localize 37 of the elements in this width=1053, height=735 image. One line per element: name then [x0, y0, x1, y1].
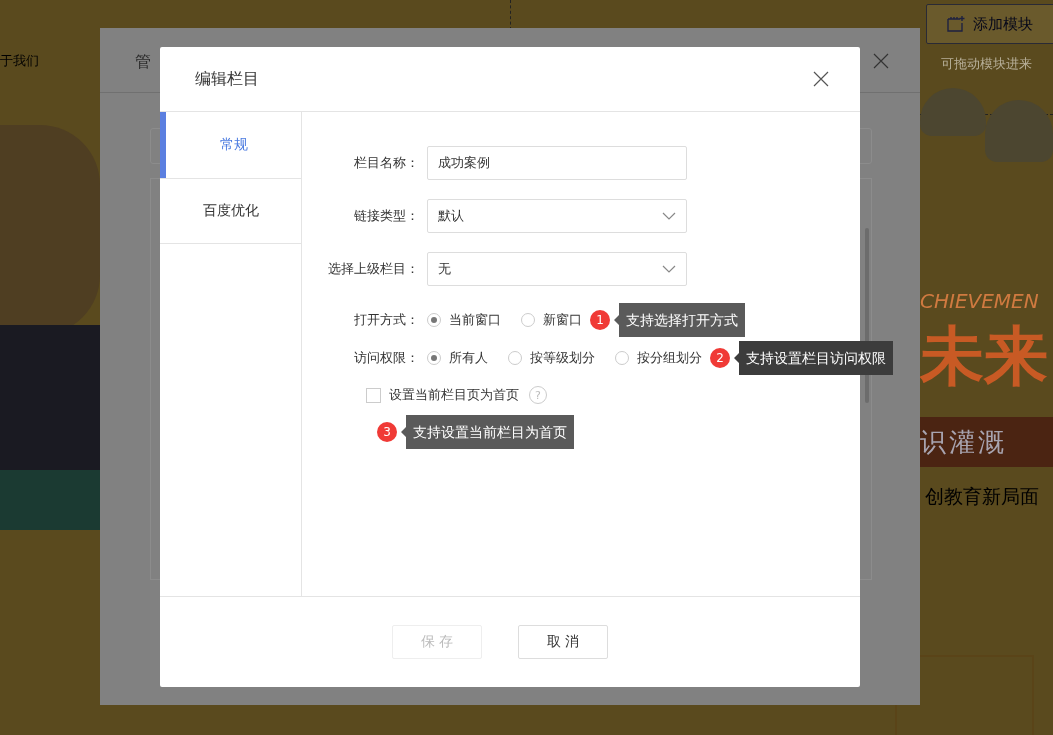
tooltip: 支持设置栏目访问权限 — [734, 341, 893, 375]
field-label: 选择上级栏目： — [327, 260, 420, 278]
banner-ribbon: 识灌溉 — [920, 417, 1053, 467]
banner-headline: 未来 — [920, 318, 1048, 395]
banner-english-text: CHIEVEMEN — [920, 289, 1039, 313]
chevron-down-icon — [662, 265, 676, 273]
tooltip: 支持选择打开方式 — [614, 303, 745, 337]
text-field[interactable]: 成功案例 — [427, 146, 687, 180]
radio-option[interactable]: 新窗口 — [521, 311, 582, 329]
dropdown[interactable]: 无 — [427, 252, 687, 286]
checkbox-label[interactable]: 设置当前栏目页为首页 — [389, 386, 519, 404]
banner-slogan: 创教育新局面 — [925, 484, 1039, 509]
field-label: 访问权限： — [353, 349, 420, 367]
chevron-down-icon — [662, 212, 676, 220]
close-icon[interactable] — [813, 71, 829, 87]
radio-option[interactable]: 所有人 — [427, 349, 488, 367]
field-label: 栏目名称： — [353, 154, 420, 172]
dropdown[interactable]: 默认 — [427, 199, 687, 233]
dialog-title: 管 — [135, 52, 151, 73]
cancel-button[interactable]: 取消 — [518, 625, 608, 659]
step-number: 1 — [590, 310, 610, 330]
radio-option[interactable]: 按等级划分 — [508, 349, 595, 367]
tooltip: 支持设置当前栏目为首页 — [401, 415, 574, 449]
close-icon[interactable] — [873, 53, 889, 69]
sidebar-tab[interactable]: 百度优化 — [160, 178, 301, 244]
field-label: 链接类型： — [353, 207, 420, 225]
drag-hint: 可拖动模块进来 — [941, 55, 1032, 73]
field-label: 打开方式： — [353, 311, 420, 329]
dialog-title: 编辑栏目 — [195, 68, 259, 90]
cloud-drawing — [985, 100, 1053, 162]
step-number: 2 — [710, 348, 730, 368]
cloud-drawing — [920, 88, 986, 136]
window-plus-icon — [947, 16, 965, 32]
radio-option[interactable]: 当前窗口 — [427, 311, 501, 329]
checkbox[interactable] — [366, 387, 381, 403]
radio-option[interactable]: 按分组划分 — [615, 349, 702, 367]
step-number: 3 — [377, 422, 397, 442]
